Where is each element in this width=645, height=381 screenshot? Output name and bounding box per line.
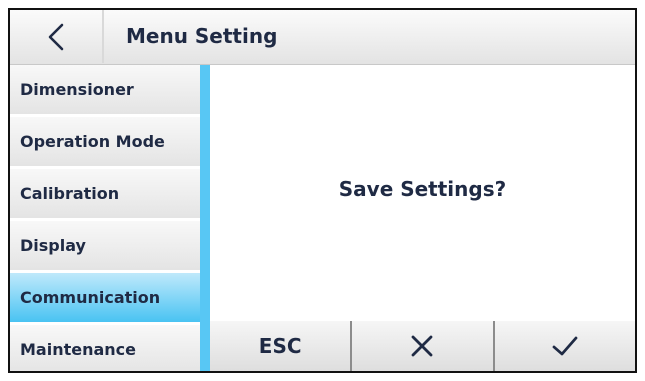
esc-button[interactable]: ESC bbox=[210, 321, 351, 371]
chevron-left-icon bbox=[48, 23, 64, 50]
dialog-panel: Save Settings? bbox=[210, 65, 635, 318]
sidebar-item-calibration[interactable]: Calibration bbox=[10, 169, 200, 218]
sidebar-item-operation-mode[interactable]: Operation Mode bbox=[10, 117, 200, 166]
sidebar-item-maintenance[interactable]: Maintenance bbox=[10, 325, 200, 371]
x-icon bbox=[412, 335, 433, 357]
back-button[interactable] bbox=[10, 10, 104, 63]
action-buttons: ESC bbox=[210, 321, 635, 371]
header-bar: Menu Setting bbox=[10, 10, 635, 65]
sidebar-item-dimensioner[interactable]: Dimensioner bbox=[10, 65, 200, 114]
sidebar-item-display[interactable]: Display bbox=[10, 221, 200, 270]
sidebar: Dimensioner Operation Mode Calibration D… bbox=[10, 65, 200, 371]
page-title: Menu Setting bbox=[126, 24, 278, 48]
device-screen: Menu Setting Dimensioner Operation Mode … bbox=[8, 8, 637, 373]
sidebar-accent-bar bbox=[200, 65, 210, 371]
cancel-button[interactable] bbox=[350, 321, 493, 371]
check-icon bbox=[552, 336, 578, 356]
confirm-button[interactable] bbox=[492, 321, 635, 371]
sidebar-item-communication[interactable]: Communication bbox=[10, 273, 200, 322]
save-settings-prompt: Save Settings? bbox=[338, 176, 507, 201]
